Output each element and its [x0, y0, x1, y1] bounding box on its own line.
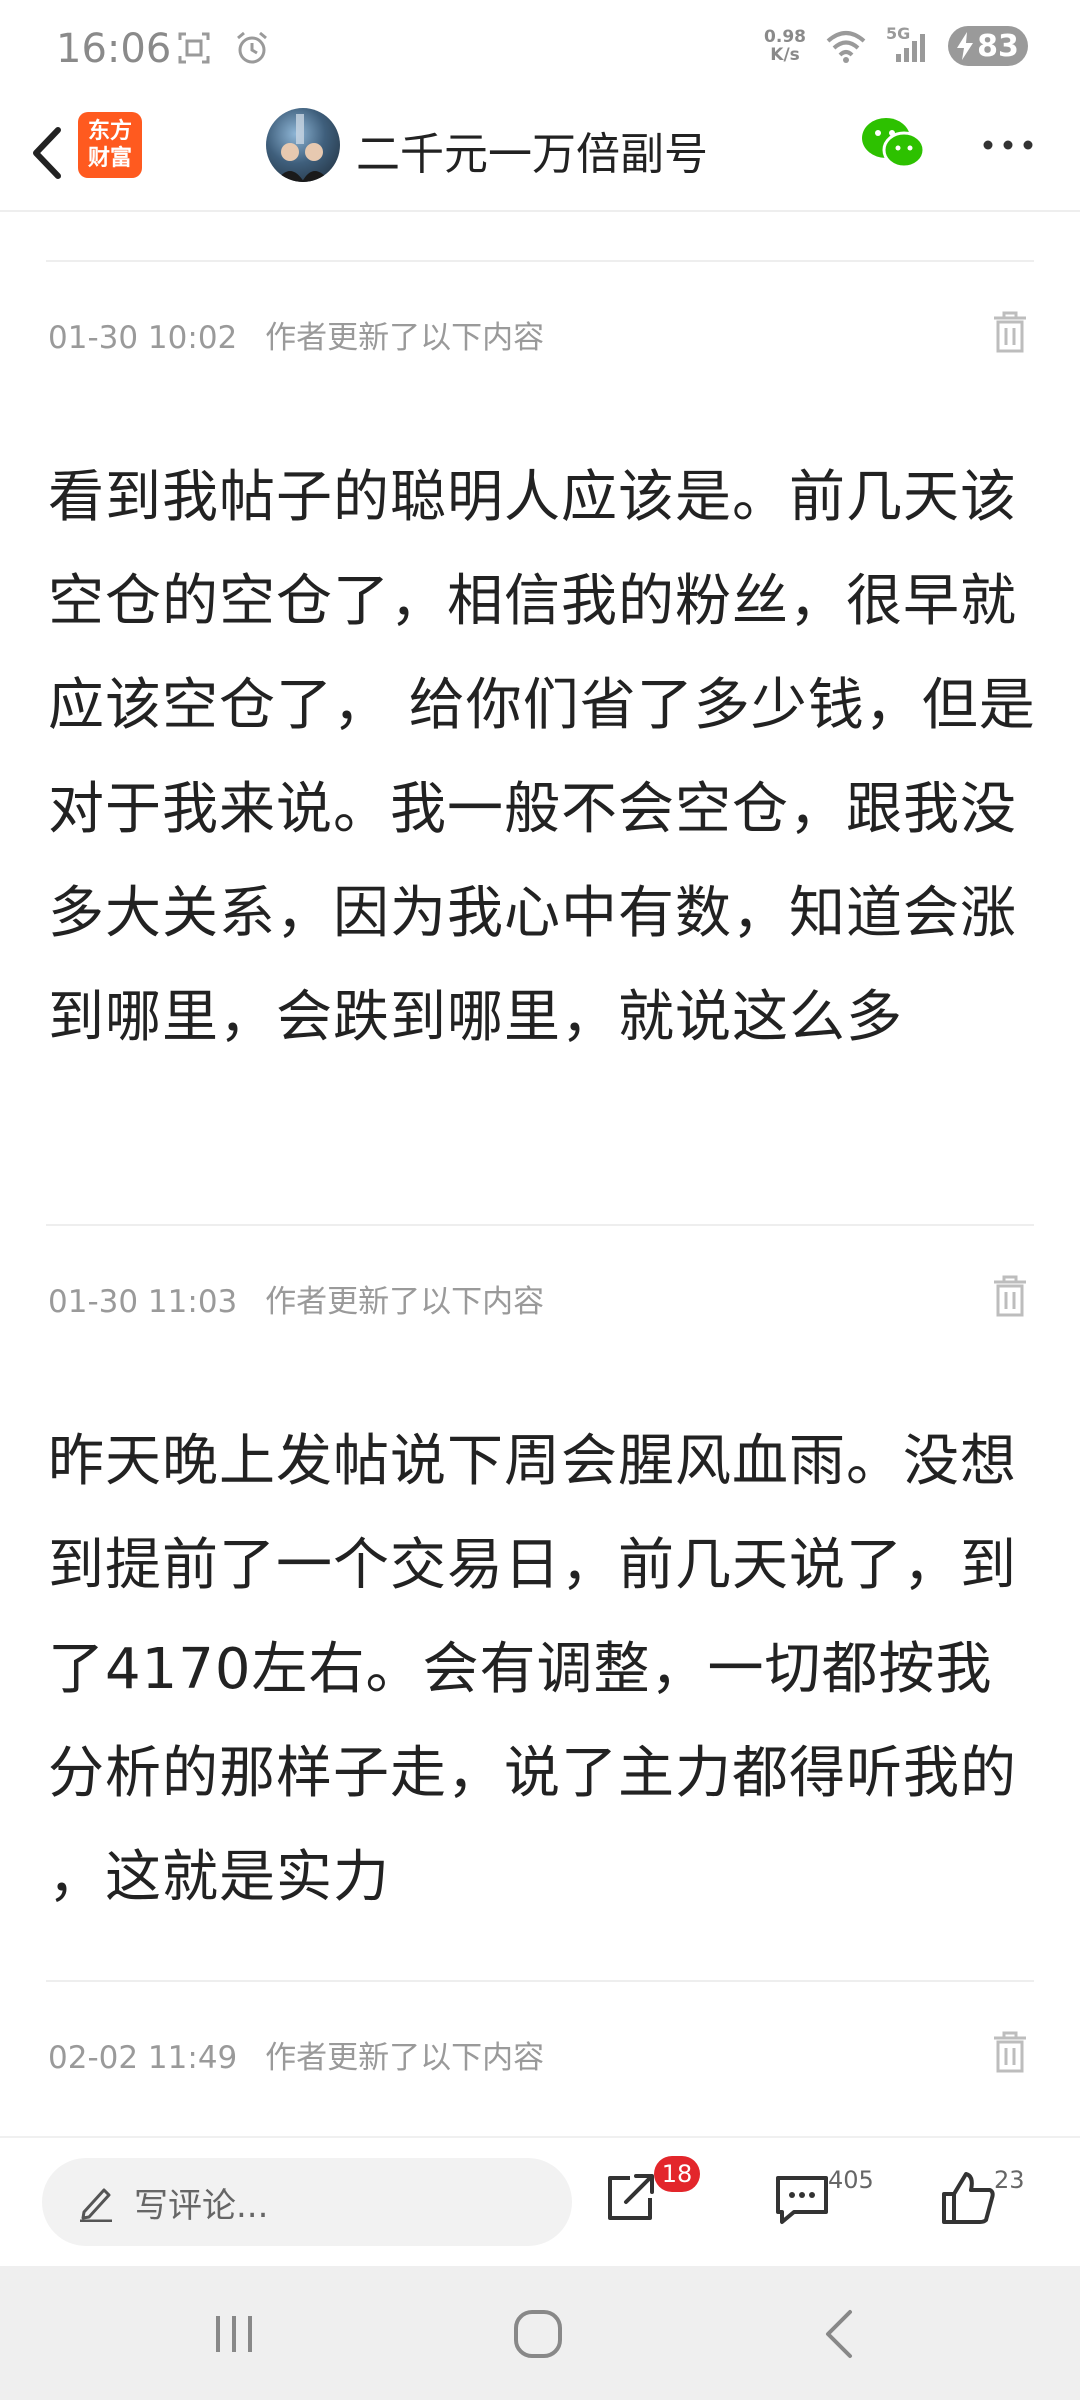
update-meta: 01-30 10:02 作者更新了以下内容: [48, 312, 544, 357]
more-options-icon[interactable]: [980, 130, 1036, 160]
app-logo[interactable]: 东方 财富: [78, 112, 142, 178]
update-label: 作者更新了以下内容: [265, 320, 545, 356]
update-text: 看到我帖子的聪明人应该是。前几天该空仓的空仓了，相信我的粉丝，很早就应该空仓了，…: [48, 465, 1036, 1050]
share-icon[interactable]: [600, 2168, 660, 2228]
status-time: 16:06: [56, 26, 172, 72]
like-icon[interactable]: [938, 2168, 998, 2228]
divider: [46, 1980, 1034, 1982]
divider: [46, 1224, 1034, 1226]
delete-icon[interactable]: [990, 1274, 1030, 1318]
update-meta: 02-02 11:49 作者更新了以下内容: [48, 2032, 544, 2077]
nav-header: 东方 财富 二千元一万倍副号: [0, 100, 1080, 212]
author-name[interactable]: 二千元一万倍副号: [356, 118, 708, 182]
update-time: 01-30 11:03: [48, 1284, 238, 1320]
update-label: 作者更新了以下内容: [265, 1284, 545, 1320]
wechat-share-icon[interactable]: [860, 114, 926, 174]
like-count: 23: [994, 2166, 1025, 2194]
battery-indicator: 83: [948, 26, 1028, 66]
delete-icon[interactable]: [990, 2030, 1030, 2074]
back-icon[interactable]: [18, 118, 78, 188]
share-badge: 18: [654, 2156, 700, 2192]
divider: [46, 260, 1034, 262]
pen-icon: [80, 2188, 112, 2222]
author-avatar[interactable]: [266, 108, 340, 182]
update-time: 02-02 11:49: [48, 2040, 238, 2076]
update-text: 昨天晚上发帖说下周会腥风血雨。没想到提前了一个交易日，前几天说了，到了4170左…: [48, 1429, 1017, 1910]
update-label: 作者更新了以下内容: [265, 2040, 545, 2076]
status-bar: 16:06 0.98 K/s 5G 83: [0, 0, 1080, 100]
update-meta: 01-30 11:03 作者更新了以下内容: [48, 1276, 544, 1321]
network-speed-unit: K/s: [770, 45, 800, 65]
delete-icon[interactable]: [990, 310, 1030, 354]
action-bar: 写评论... 18 405 23: [0, 2136, 1080, 2268]
app-logo-line1: 东方: [87, 119, 132, 144]
app-logo-line2: 财富: [87, 146, 132, 171]
status-right: 0.98 K/s 5G 83: [764, 24, 1028, 66]
comment-placeholder: 写评论...: [134, 2185, 269, 2226]
wifi-icon: [826, 31, 866, 63]
comment-icon[interactable]: [772, 2168, 832, 2228]
screenshot-icon: [178, 32, 210, 64]
avatar-image: [276, 114, 330, 182]
network-speed-value: 0.98: [764, 27, 806, 47]
system-back-icon[interactable]: [812, 2304, 872, 2364]
alarm-icon: [237, 31, 267, 64]
update-time: 01-30 10:02: [48, 320, 238, 356]
comment-count: 405: [828, 2166, 874, 2194]
signal-indicator: 5G: [886, 24, 930, 64]
home-icon[interactable]: [508, 2304, 568, 2364]
system-nav-bar: [0, 2266, 1080, 2400]
charging-icon: [957, 32, 974, 60]
battery-level: 83: [977, 28, 1019, 64]
recent-apps-icon[interactable]: [204, 2304, 264, 2364]
status-icons-left: [176, 30, 270, 66]
network-speed: 0.98 K/s: [764, 28, 806, 64]
comment-input[interactable]: 写评论...: [42, 2158, 572, 2246]
signal-icon: [896, 34, 925, 62]
